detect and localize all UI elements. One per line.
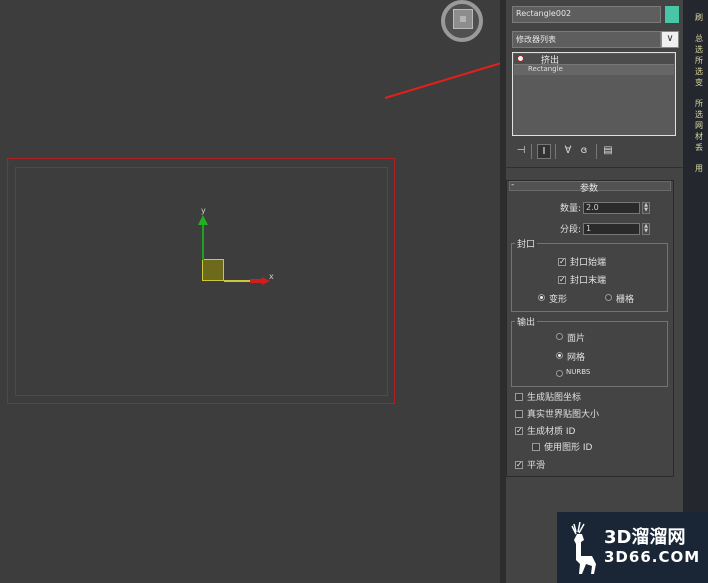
viewcube-icon[interactable] <box>453 9 473 29</box>
watermark-en: 3D66.COM <box>604 548 701 566</box>
help-line: 选 <box>695 45 703 54</box>
cap-end-checkbox[interactable]: ✓ <box>558 276 566 284</box>
mesh-radio[interactable] <box>556 352 563 359</box>
morph-label: 变形 <box>549 295 568 305</box>
pin-stack-icon[interactable]: ⊣ <box>514 144 528 159</box>
panel-divider <box>506 167 683 168</box>
smooth-label: 平滑 <box>527 461 546 471</box>
cap-end-label: 封口末端 <box>570 276 607 286</box>
amount-label: 数量: <box>560 204 582 214</box>
gen-mapping-checkbox[interactable] <box>515 393 523 401</box>
nurbs-radio[interactable] <box>556 370 563 377</box>
help-line: 所 <box>695 99 703 108</box>
gen-mapping-label: 生成贴图坐标 <box>527 393 582 403</box>
segments-label: 分段: <box>560 225 582 235</box>
stack-item-label: Rectangle <box>528 65 563 73</box>
configure-sets-icon[interactable]: ▤ <box>601 144 615 159</box>
real-world-checkbox[interactable] <box>515 410 523 418</box>
segments-input[interactable]: 1 <box>583 223 640 235</box>
help-line: 网 <box>695 121 703 130</box>
object-name-field[interactable]: Rectangle002 <box>512 6 661 23</box>
show-end-result-icon[interactable]: I <box>537 144 551 159</box>
rectangle-shape-inner[interactable] <box>15 167 388 396</box>
cap-start-checkbox[interactable]: ✓ <box>558 258 566 266</box>
watermark-cn: 3D溜溜网 <box>604 527 686 548</box>
nurbs-label: NURBS <box>566 368 591 376</box>
y-axis-line[interactable] <box>202 224 204 260</box>
object-color-swatch[interactable] <box>665 6 679 23</box>
remove-modifier-icon[interactable]: ɞ <box>577 144 591 159</box>
grid-label: 栅格 <box>616 295 635 305</box>
real-world-label: 真实世界贴图大小 <box>527 410 600 420</box>
x-axis-label: x <box>269 272 274 281</box>
mesh-label: 网格 <box>567 353 586 363</box>
rollout-collapse-icon[interactable]: - <box>511 180 514 190</box>
y-axis-label: y <box>201 206 206 215</box>
morph-radio[interactable] <box>538 294 545 301</box>
help-line: 总 <box>695 34 703 43</box>
capping-title: 封口 <box>515 237 538 250</box>
segments-spinner[interactable]: ▲ ▼ <box>642 223 650 235</box>
help-line: 丢 <box>695 143 703 152</box>
toolbar-divider <box>596 144 597 159</box>
toolbar-divider <box>531 144 532 159</box>
patch-label: 面片 <box>567 334 586 344</box>
help-line: 选 <box>695 110 703 119</box>
amount-spinner[interactable]: ▲ ▼ <box>642 202 650 214</box>
toolbar-divider <box>555 144 556 159</box>
transform-gizmo-plane[interactable] <box>202 259 224 281</box>
patch-radio[interactable] <box>556 333 563 340</box>
amount-input[interactable]: 2.0 <box>583 202 640 214</box>
smooth-checkbox[interactable]: ✓ <box>515 461 523 469</box>
help-line: 选 <box>695 67 703 76</box>
stack-item-extrude[interactable] <box>514 54 674 65</box>
chevron-down-icon[interactable]: ∨ <box>661 31 679 48</box>
help-line: 所 <box>695 56 703 65</box>
use-shape-ids-label: 使用图形 ID <box>544 443 593 453</box>
help-line: 变 <box>695 78 703 87</box>
help-line: 材 <box>695 132 703 141</box>
modifier-list-dropdown[interactable]: 修改器列表 <box>512 31 661 48</box>
y-axis-arrow-icon[interactable] <box>198 215 208 225</box>
output-title: 输出 <box>515 315 538 328</box>
grid-radio[interactable] <box>605 294 612 301</box>
help-line: 刷 <box>695 13 703 22</box>
use-shape-ids-checkbox[interactable] <box>532 443 540 451</box>
gen-mat-ids-checkbox[interactable]: ✓ <box>515 427 523 435</box>
output-group <box>511 321 668 387</box>
lightbulb-icon[interactable] <box>517 55 524 62</box>
cap-start-label: 封口始端 <box>570 258 607 268</box>
rollout-title: 参数 <box>580 184 599 194</box>
gen-mat-ids-label: 生成材质 ID <box>527 427 576 437</box>
make-unique-icon[interactable]: ∀ <box>561 144 575 159</box>
deer-logo-icon <box>571 521 596 574</box>
help-line: 用 <box>695 164 703 173</box>
annotation-arrow-icon <box>384 56 516 99</box>
